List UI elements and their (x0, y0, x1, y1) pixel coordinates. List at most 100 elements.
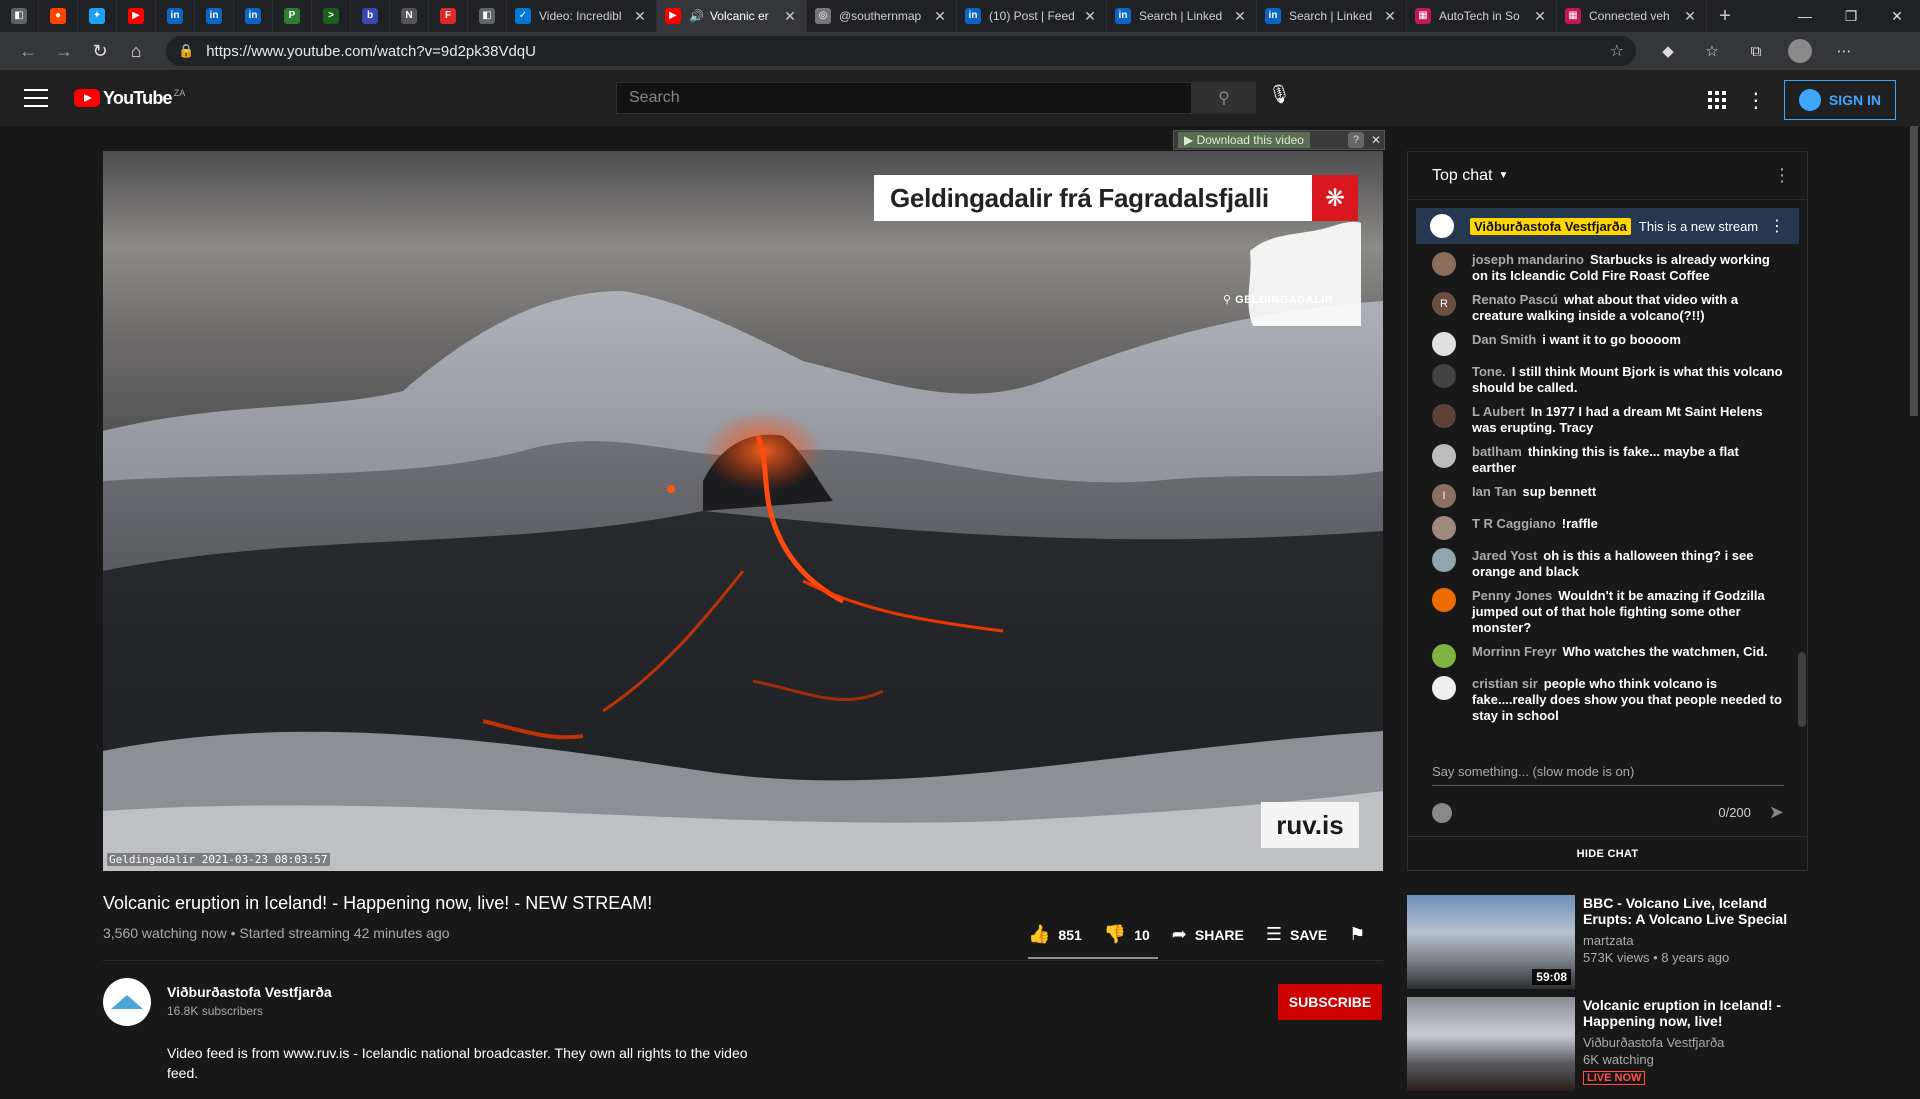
page-scrollbar[interactable] (1908, 126, 1920, 1080)
download-video-bar: ▶ Download this video ? ✕ (1173, 130, 1385, 150)
channel-name[interactable]: Viðburðastofa Vestfjarða (167, 984, 332, 1000)
close-tab-icon[interactable]: ✕ (1082, 8, 1098, 25)
caret-down-icon[interactable]: ▼ (1498, 170, 1508, 181)
extension-icon[interactable]: ◆ (1650, 36, 1686, 66)
browser-tab[interactable]: ▦ AutoTech in So ✕ (1407, 0, 1557, 32)
pinned-tab[interactable]: b (351, 0, 390, 32)
page-scroll-thumb[interactable] (1910, 126, 1918, 416)
close-tab-icon[interactable]: ✕ (932, 8, 948, 25)
forward-icon[interactable]: → (46, 36, 82, 66)
pinned-tab[interactable]: ✦ (78, 0, 117, 32)
chat-message[interactable]: Dan Smith i want it to go boooom (1432, 328, 1783, 360)
dislike-button[interactable]: 👎 10 (1104, 924, 1150, 945)
close-tab-icon[interactable]: ✕ (632, 8, 648, 25)
menu-icon[interactable] (24, 89, 48, 107)
pinned-tab[interactable]: in (234, 0, 273, 32)
youtube-logo[interactable]: YouTube ZA (74, 88, 185, 109)
browser-tab[interactable]: in (10) Post | Feed ✕ (957, 0, 1107, 32)
related-videos: 59:08 BBC - Volcano Live, Iceland Erupts:… (1407, 895, 1808, 1099)
address-url[interactable]: https://www.youtube.com/watch?v=9d2pk38V… (206, 43, 536, 60)
chat-message[interactable]: R Renato Pascú what about that video with … (1432, 288, 1783, 328)
browser-tab[interactable]: ▶ 🔊 Volcanic er ✕ (657, 0, 807, 32)
chat-message[interactable]: I Ian Tan sup bennett (1432, 480, 1783, 512)
pinned-tab[interactable]: ● (39, 0, 78, 32)
close-icon[interactable]: ✕ (1368, 132, 1384, 148)
related-thumbnail[interactable]: 59:08 (1407, 895, 1575, 989)
help-icon[interactable]: ? (1348, 132, 1364, 148)
chat-mode-selector[interactable]: Top chat (1432, 167, 1492, 185)
pinned-tab[interactable]: ◧ (0, 0, 39, 32)
pinned-avatar (1430, 214, 1454, 238)
related-thumbnail[interactable] (1407, 997, 1575, 1091)
address-bar[interactable]: 🔒 https://www.youtube.com/watch?v=9d2pk3… (166, 36, 1636, 66)
bu-icon: b (362, 8, 378, 24)
sign-in-button[interactable]: SIGN IN (1783, 80, 1896, 120)
chat-message[interactable]: T R Caggiano !raffle (1432, 512, 1783, 544)
close-tab-icon[interactable]: ✕ (1232, 8, 1248, 25)
subscribe-button[interactable]: SUBSCRIBE (1278, 984, 1382, 1020)
settings-more-icon[interactable]: ⋮ (1746, 88, 1766, 113)
chat-message[interactable]: Jared Yost oh is this a halloween thing? … (1432, 544, 1783, 584)
browser-tab[interactable]: in Search | Linked ✕ (1107, 0, 1257, 32)
back-icon[interactable]: ← (10, 36, 46, 66)
channel-avatar[interactable] (103, 978, 151, 1026)
save-button[interactable]: ☰ SAVE (1266, 924, 1327, 945)
share-button[interactable]: ➦ SHARE (1172, 924, 1244, 945)
browser-tab[interactable]: ◎ @southernmap ✕ (807, 0, 957, 32)
chat-more-icon[interactable]: ⋮ (1773, 165, 1791, 186)
like-button[interactable]: 👍 851 (1028, 924, 1082, 945)
pinned-tab[interactable]: N (390, 0, 429, 32)
pinned-tab[interactable]: in (195, 0, 234, 32)
close-tab-icon[interactable]: ✕ (1532, 8, 1548, 25)
chat-message[interactable]: Tone. I still think Mount Bjork is what t… (1432, 360, 1783, 400)
browser-tab[interactable]: ▦ Connected veh ✕ (1557, 0, 1707, 32)
chat-message[interactable]: joseph mandarino Starbucks is already wor… (1432, 248, 1783, 288)
chat-message[interactable]: Morrinn Freyr Who watches the watchmen, C… (1432, 640, 1783, 672)
related-title[interactable]: BBC - Volcano Live, Iceland Erupts: A Vo… (1583, 895, 1808, 927)
chat-scrollbar[interactable] (1798, 652, 1806, 727)
chat-avatar (1432, 444, 1456, 468)
chat-input[interactable]: Say something... (slow mode is on) (1432, 764, 1784, 786)
browser-tab[interactable]: ✓ Video: Incredibl ✕ (507, 0, 657, 32)
search-input[interactable]: Search (616, 82, 1192, 114)
pinned-more-icon[interactable]: ⋮ (1769, 216, 1785, 236)
search-button[interactable]: ⚲ (1192, 82, 1256, 114)
collections-icon[interactable]: ⧉ (1738, 36, 1774, 66)
pinned-tab[interactable]: ◧ (468, 0, 507, 32)
report-button[interactable]: ⚑ (1349, 924, 1365, 945)
pinned-tab[interactable]: in (156, 0, 195, 32)
minimize-icon[interactable]: — (1782, 0, 1828, 32)
related-title[interactable]: Volcanic eruption in Iceland! - Happenin… (1583, 997, 1808, 1029)
restore-icon[interactable]: ❐ (1828, 0, 1874, 32)
related-video[interactable]: 59:08 BBC - Volcano Live, Iceland Erupts:… (1407, 895, 1808, 989)
pinned-tab[interactable]: P (273, 0, 312, 32)
reload-icon[interactable]: ↻ (82, 36, 118, 66)
new-tab-icon[interactable]: + (1707, 5, 1743, 28)
video-player[interactable]: Geldingadalir frá Fagradalsfjalli ❋ ⚲ GE… (103, 151, 1383, 871)
close-tab-icon[interactable]: ✕ (782, 8, 798, 25)
download-video-button[interactable]: ▶ Download this video (1178, 132, 1310, 148)
chat-message[interactable]: batlham thinking this is fake... maybe a … (1432, 440, 1783, 480)
chat-message[interactable]: cristian sir people who think volcano is … (1432, 672, 1783, 728)
close-tab-icon[interactable]: ✕ (1382, 8, 1398, 25)
related-video[interactable]: Volcanic eruption in Iceland! - Happenin… (1407, 997, 1808, 1091)
browser-menu-icon[interactable]: ⋯ (1826, 36, 1862, 66)
pinned-tab[interactable]: ▶ (117, 0, 156, 32)
speaker-icon[interactable]: 🔊 (689, 9, 704, 23)
pinned-tab[interactable]: F (429, 0, 468, 32)
close-window-icon[interactable]: ✕ (1874, 0, 1920, 32)
profile-avatar[interactable] (1782, 36, 1818, 66)
send-icon[interactable]: ➤ (1769, 802, 1784, 823)
pinned-tab[interactable]: > (312, 0, 351, 32)
chat-message[interactable]: L Aubert In 1977 I had a dream Mt Saint H… (1432, 400, 1783, 440)
add-favorite-icon[interactable]: ☆ (1610, 41, 1624, 61)
apps-icon[interactable] (1707, 91, 1726, 109)
close-tab-icon[interactable]: ✕ (1682, 8, 1698, 25)
home-icon[interactable]: ⌂ (118, 36, 154, 66)
emoji-icon[interactable] (1432, 802, 1452, 823)
browser-tab[interactable]: in Search | Linked ✕ (1257, 0, 1407, 32)
microphone-icon[interactable]: 🎙 (1268, 84, 1291, 105)
hide-chat-button[interactable]: HIDE CHAT (1408, 836, 1807, 870)
chat-message[interactable]: Penny Jones Wouldn't it be amazing if God… (1432, 584, 1783, 640)
favorites-icon[interactable]: ☆ (1694, 36, 1730, 66)
